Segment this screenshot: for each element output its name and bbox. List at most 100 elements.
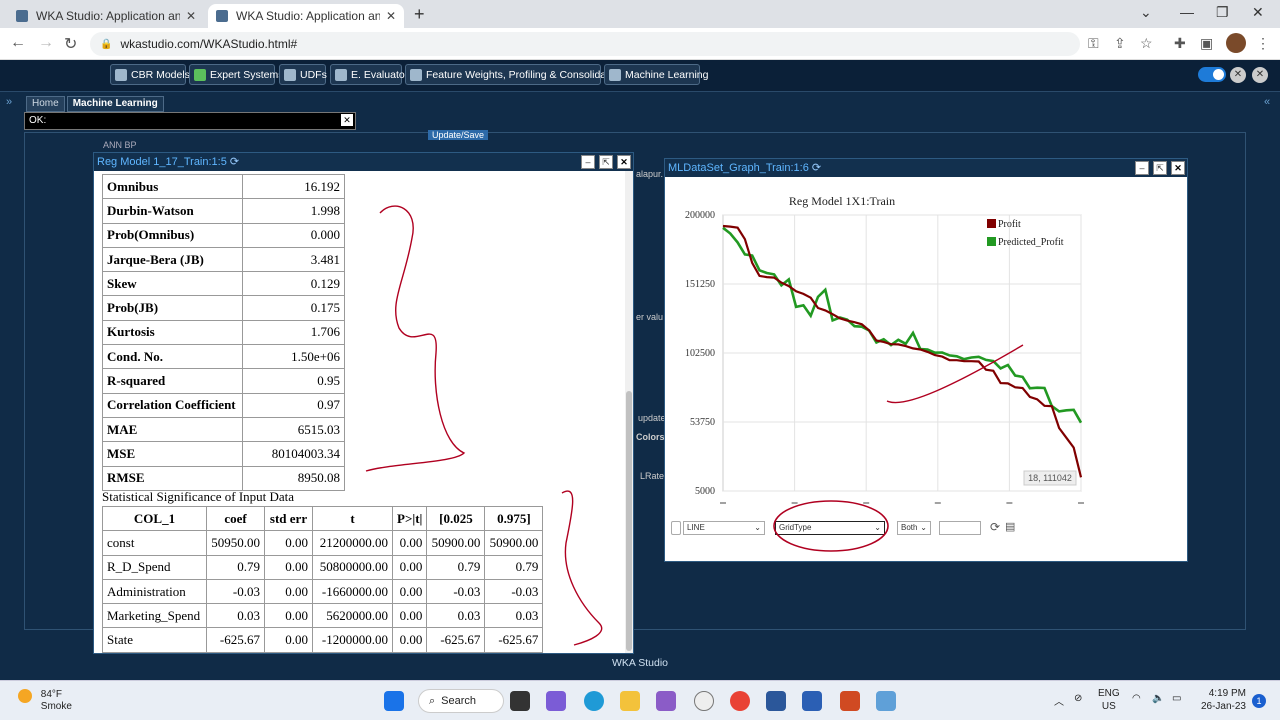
edge-icon[interactable]: [584, 691, 604, 711]
chart-type-select[interactable]: LINE ⌄: [683, 521, 765, 535]
refresh-icon[interactable]: ⟳: [990, 520, 1000, 534]
close-tab-icon[interactable]: ✕: [180, 9, 196, 23]
lang-code: ENG: [1098, 688, 1120, 699]
restore-icon[interactable]: ⇱: [1153, 161, 1167, 175]
minimize-icon[interactable]: –: [1135, 161, 1149, 175]
stats-row: Prob(JB) 0.175: [102, 295, 345, 321]
reload-icon[interactable]: ↻: [64, 34, 77, 54]
y-tick-label: 151250: [685, 279, 715, 290]
weights-icon: [410, 68, 422, 81]
profile-avatar[interactable]: [1226, 33, 1246, 53]
close-window-icon[interactable]: ✕: [1252, 4, 1264, 21]
key-icon[interactable]: ⚿: [1088, 35, 1099, 52]
language-indicator[interactable]: ENG US: [1098, 687, 1120, 713]
value-input[interactable]: [939, 521, 981, 535]
tab-home[interactable]: Home: [26, 96, 65, 112]
both-select[interactable]: Both ⌄: [897, 521, 931, 535]
select-value: Both: [901, 523, 918, 532]
export-icon[interactable]: ▤: [1005, 520, 1015, 533]
update-save-button[interactable]: Update/Save: [428, 130, 489, 140]
exit-circle-icon[interactable]: ✕: [1252, 67, 1268, 83]
stats-row: Prob(Omnibus) 0.000: [102, 222, 345, 248]
table-row: Administration -0.03 0.00 -1660000.00 0.00 -0…: [102, 578, 544, 605]
browser-tab[interactable]: WKA Studio: Application and sof ✕: [8, 4, 204, 28]
expert-icon: [194, 68, 206, 81]
task-view-icon[interactable]: [510, 691, 530, 711]
volume-icon[interactable]: 🔈: [1152, 693, 1164, 704]
gear-icon: [115, 68, 127, 81]
notification-badge[interactable]: 1: [1252, 694, 1266, 708]
visual-studio-icon[interactable]: [656, 691, 676, 711]
chevron-up-icon[interactable]: ︿: [1054, 693, 1064, 708]
battery-icon[interactable]: ▭: [1172, 693, 1181, 704]
file-explorer-icon[interactable]: [620, 691, 640, 711]
expand-left-icon[interactable]: »: [6, 96, 12, 108]
app-icon[interactable]: [694, 691, 714, 711]
theme-toggle[interactable]: [1198, 67, 1226, 82]
lock-icon: 🔒: [100, 38, 113, 50]
extensions-icon[interactable]: ✚: [1174, 35, 1186, 52]
refresh-icon[interactable]: ⟳: [809, 162, 821, 174]
word-icon[interactable]: [802, 691, 822, 711]
new-tab-icon[interactable]: +: [414, 4, 425, 25]
close-icon[interactable]: ✕: [341, 114, 353, 126]
scrollbar-thumb[interactable]: [626, 391, 632, 651]
minimize-icon[interactable]: –: [581, 155, 595, 169]
weather-widget[interactable]: 84°F Smoke: [18, 689, 72, 713]
table-row: Marketing_Spend 0.03 0.00 5620000.00 0.00 0.0…: [102, 603, 544, 629]
close-tab-icon[interactable]: ✕: [380, 9, 396, 23]
start-icon[interactable]: [384, 691, 404, 711]
chat-icon[interactable]: [546, 691, 566, 711]
expert-systems-button[interactable]: Expert Systems: [189, 64, 284, 85]
grid-type-select[interactable]: GridType ⌄: [775, 521, 885, 535]
menu-icon[interactable]: ⋮: [1256, 35, 1270, 52]
maximize-icon[interactable]: ❐: [1216, 4, 1229, 21]
scrollbar[interactable]: [625, 171, 633, 653]
share-icon[interactable]: ⇪: [1114, 35, 1126, 52]
significance-title: Statistical Significance of Input Data: [102, 489, 295, 504]
photos-icon[interactable]: [876, 691, 896, 711]
tree-item[interactable]: ANN BP: [103, 140, 137, 150]
clock[interactable]: 4:19 PM 26-Jan-23: [1198, 687, 1246, 713]
feature-weights-button[interactable]: Feature Weights, Profiling & Consolidati…: [405, 64, 623, 85]
stats-row: MSE 80104003.34: [102, 441, 345, 467]
udfs-button[interactable]: UDFs: [279, 64, 327, 85]
network-status-icon[interactable]: ⊘: [1074, 693, 1082, 704]
chrome-icon[interactable]: [730, 691, 750, 711]
forward-icon[interactable]: →: [38, 34, 54, 52]
restore-icon[interactable]: ⇱: [599, 155, 613, 169]
refresh-icon[interactable]: ⟳: [227, 156, 239, 168]
back-icon[interactable]: ←: [10, 34, 26, 52]
y-tick-label: 5000: [695, 486, 715, 497]
e-evaluator-button[interactable]: E. Evaluator: [330, 64, 408, 85]
checkbox[interactable]: [671, 521, 681, 535]
button-label: Expert Systems: [210, 68, 284, 81]
star-icon[interactable]: ☆: [1140, 35, 1153, 52]
expand-right-icon[interactable]: «: [1264, 96, 1270, 108]
side-panel-icon[interactable]: ▣: [1200, 35, 1213, 52]
chevron-down-icon[interactable]: ⌄: [1140, 4, 1152, 21]
tab-machine-learning[interactable]: Machine Learning: [66, 96, 164, 112]
close-icon[interactable]: ✕: [1171, 161, 1185, 175]
wifi-icon[interactable]: ◠: [1132, 693, 1141, 704]
y-tick-label: 200000: [685, 210, 715, 221]
window-titlebar[interactable]: Reg Model 1_17_Train:1:5 ⟳: [94, 153, 633, 171]
window-titlebar[interactable]: MLDataSet_Graph_Train:1:6 ⟳: [665, 159, 1187, 177]
close-icon[interactable]: ✕: [617, 155, 631, 169]
coef-header-row: COL_1 coef std err t P>|t| [0.025 0.975]: [102, 505, 544, 532]
browser-tab-active[interactable]: WKA Studio: Application and sof ✕: [208, 4, 404, 28]
url-field[interactable]: 🔒 wkastudio.com/WKAStudio.html#: [90, 32, 1080, 56]
table-cell: 0.00: [391, 530, 428, 556]
table-cell: 50950.00: [206, 530, 265, 556]
powerpoint-icon[interactable]: [840, 691, 860, 711]
machine-learning-button[interactable]: Machine Learning: [604, 64, 708, 85]
taskbar-search[interactable]: ⌕ Search: [418, 689, 504, 713]
outlook-icon[interactable]: [766, 691, 786, 711]
table-cell: 0.00: [264, 578, 313, 605]
cbr-models-button[interactable]: CBR Models: [110, 64, 190, 85]
regression-results-window: Reg Model 1_17_Train:1:5 ⟳ – ⇱ ✕ Omnibus…: [93, 152, 634, 654]
close-circle-icon[interactable]: ✕: [1230, 67, 1246, 83]
stats-row: Kurtosis 1.706: [102, 319, 345, 346]
table-cell: 21200000.00: [312, 530, 393, 556]
minimize-icon[interactable]: —: [1180, 4, 1194, 20]
